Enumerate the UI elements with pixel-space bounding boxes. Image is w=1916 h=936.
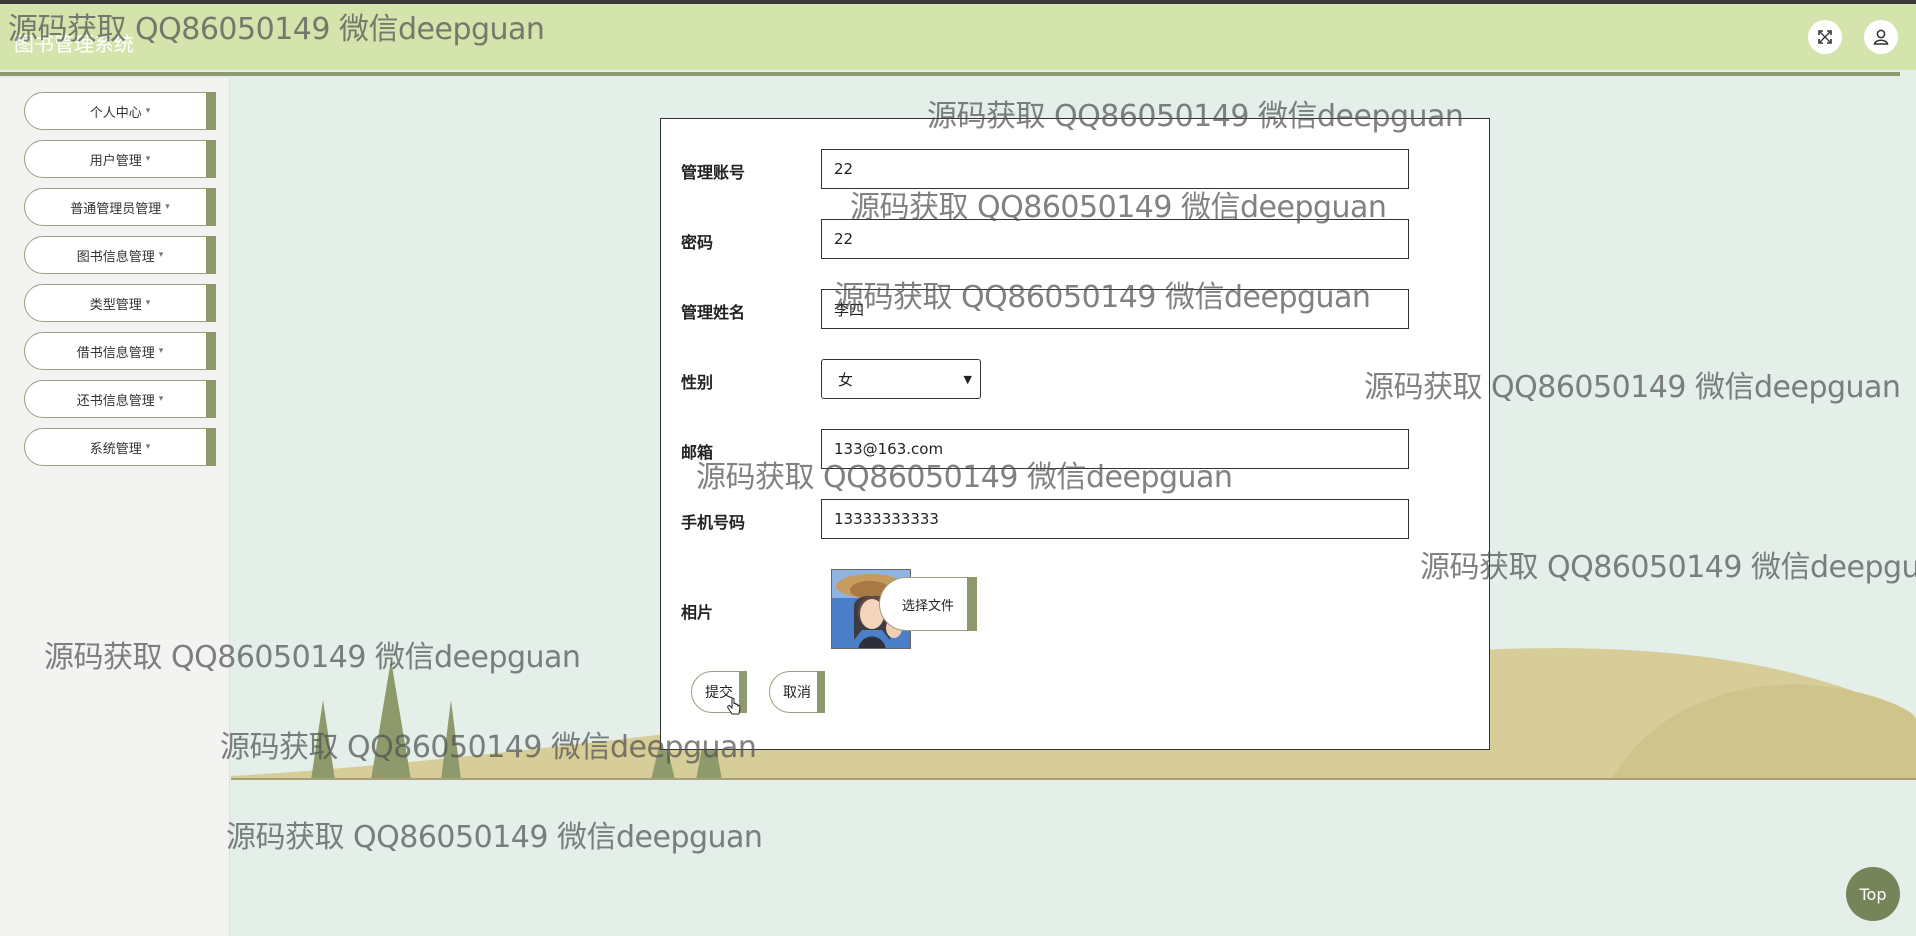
- email-input[interactable]: [821, 429, 1409, 469]
- sidebar-item-category[interactable]: 类型管理 ▾: [24, 284, 216, 322]
- sidebar-item-admin-management[interactable]: 普通管理员管理 ▾: [24, 188, 216, 226]
- choose-file-label: 选择文件: [901, 598, 954, 614]
- sidebar-item-user-management[interactable]: 用户管理 ▾: [24, 140, 216, 178]
- gender-label: 性别: [681, 373, 714, 392]
- sidebar-item-label: 还书信息管理: [76, 393, 155, 409]
- sidebar-item-book-info[interactable]: 图书信息管理 ▾: [24, 236, 216, 274]
- sidebar: 个人中心 ▾ 用户管理 ▾ 普通管理员管理 ▾ 图书信息管理 ▾ 类型管理 ▾ 借书信息管…: [0, 78, 230, 936]
- header-divider: [0, 72, 1900, 76]
- email-label: 邮箱: [681, 443, 714, 462]
- hand-cursor-icon: [727, 697, 741, 715]
- sidebar-item-borrow-info[interactable]: 借书信息管理 ▾: [24, 332, 216, 370]
- chevron-down-icon: ▾: [145, 442, 151, 452]
- user-button[interactable]: [1864, 20, 1898, 54]
- gender-select[interactable]: 女 ▼: [821, 359, 981, 399]
- app-header: 图书管理系统: [0, 4, 1916, 70]
- chevron-down-icon: ▼: [963, 372, 972, 386]
- watermark: 源码获取 QQ86050149 微信deepguan: [226, 820, 763, 855]
- chevron-down-icon: ▾: [145, 106, 151, 116]
- cancel-button[interactable]: 取消: [769, 671, 825, 713]
- back-to-top-label: Top: [1859, 884, 1887, 904]
- sidebar-item-label: 系统管理: [89, 441, 142, 457]
- photo-label: 相片: [681, 603, 714, 622]
- account-label: 管理账号: [681, 163, 746, 182]
- watermark: 源码获取 QQ86050149 微信deepguan: [1420, 550, 1916, 585]
- fullscreen-button[interactable]: [1808, 20, 1842, 54]
- phone-label: 手机号码: [681, 513, 746, 532]
- back-to-top-button[interactable]: Top: [1846, 867, 1900, 921]
- sidebar-item-personal-center[interactable]: 个人中心 ▾: [24, 92, 216, 130]
- password-input[interactable]: [821, 219, 1409, 259]
- chevron-down-icon: ▾: [158, 250, 164, 260]
- fullscreen-icon: [1818, 30, 1832, 44]
- account-input[interactable]: [821, 149, 1409, 189]
- cancel-label: 取消: [783, 685, 811, 701]
- sidebar-item-label: 个人中心: [89, 105, 142, 121]
- gender-selected-value: 女: [838, 370, 854, 389]
- sidebar-item-return-info[interactable]: 还书信息管理 ▾: [24, 380, 216, 418]
- name-input[interactable]: [821, 289, 1409, 329]
- sidebar-item-label: 借书信息管理: [76, 345, 155, 361]
- sidebar-item-label: 类型管理: [89, 297, 142, 313]
- password-label: 密码: [681, 233, 714, 252]
- chevron-down-icon: ▾: [145, 298, 151, 308]
- chevron-down-icon: ▾: [145, 154, 151, 164]
- app-title: 图书管理系统: [14, 32, 134, 56]
- chevron-down-icon: ▾: [158, 394, 164, 404]
- button-accent-bar: [817, 671, 825, 713]
- button-accent-bar: [967, 577, 977, 631]
- chevron-down-icon: ▾: [165, 202, 170, 212]
- sidebar-item-label: 普通管理员管理: [70, 201, 162, 217]
- choose-file-button[interactable]: 选择文件: [879, 577, 977, 631]
- phone-input[interactable]: [821, 499, 1409, 539]
- sidebar-item-system[interactable]: 系统管理 ▾: [24, 428, 216, 466]
- sidebar-item-label: 用户管理: [89, 153, 142, 169]
- edit-admin-form: 管理账号 密码 管理姓名 性别 女 ▼ 邮箱 手机号码 相片 选择文件 提交: [660, 118, 1490, 750]
- sidebar-item-label: 图书信息管理: [76, 249, 155, 265]
- name-label: 管理姓名: [681, 303, 746, 322]
- chevron-down-icon: ▾: [158, 346, 164, 356]
- user-icon: [1873, 29, 1889, 45]
